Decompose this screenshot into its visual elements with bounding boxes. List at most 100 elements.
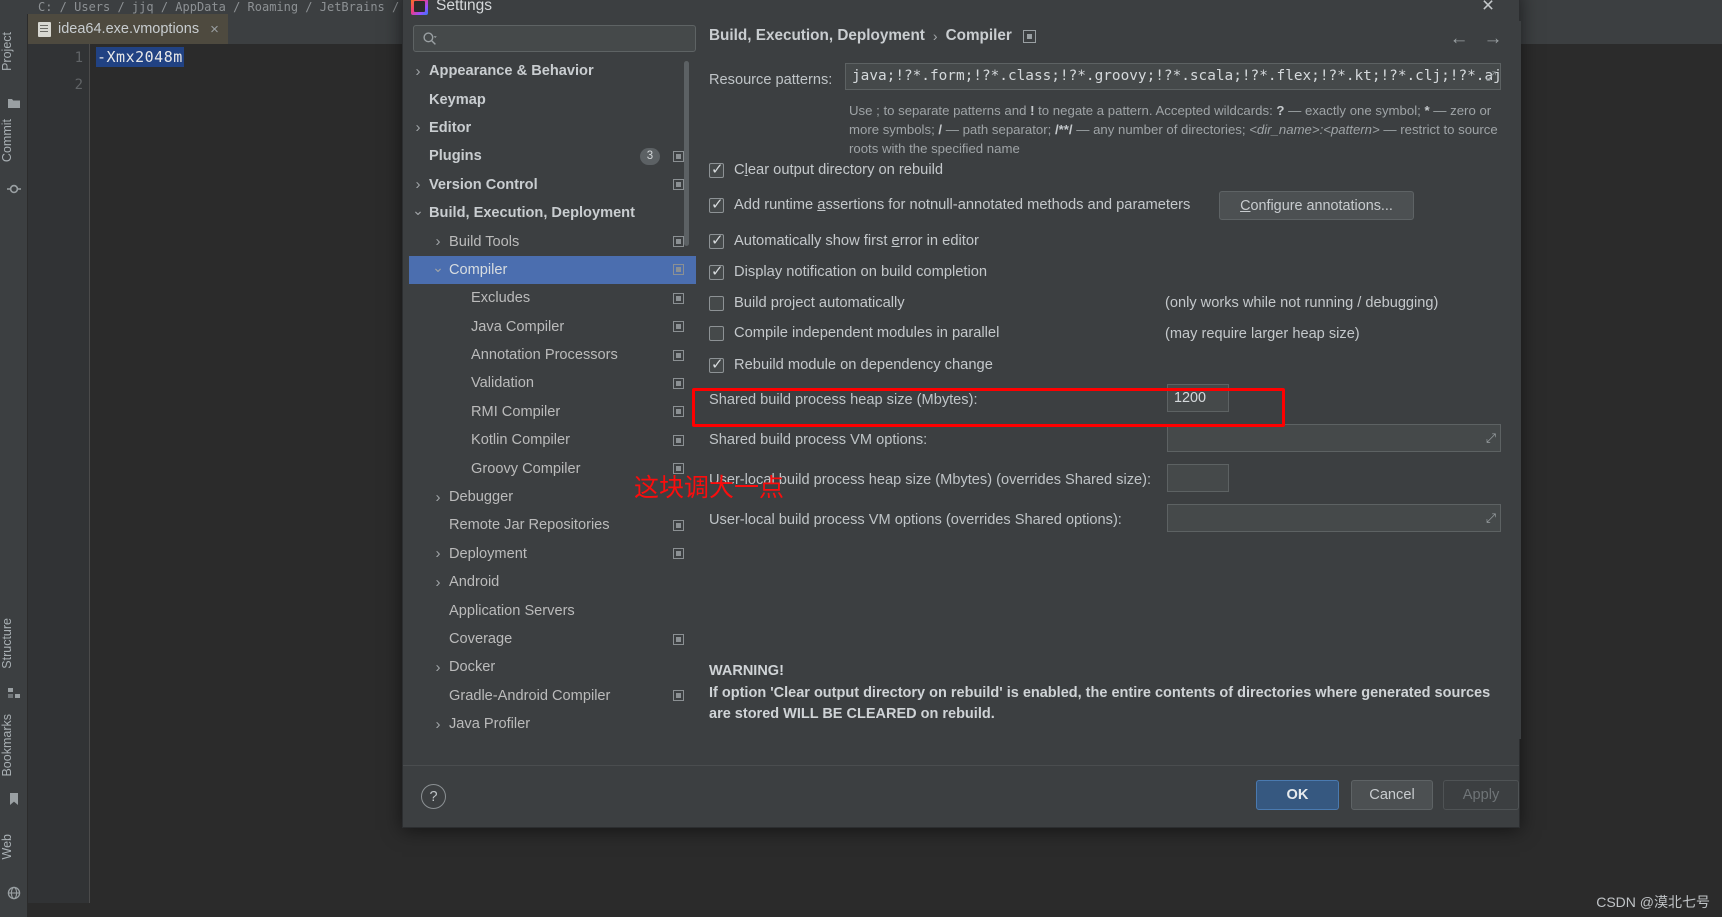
- tree-item-gradle-android-compiler[interactable]: Gradle-Android Compiler: [409, 682, 696, 710]
- sync-settings-icon[interactable]: [673, 321, 684, 333]
- tree-item-kotlin-compiler[interactable]: Kotlin Compiler: [409, 426, 696, 454]
- checkbox-build-project-automatically[interactable]: Build project automatically: [709, 295, 905, 311]
- checkbox-compile-independent-modules[interactable]: Compile independent modules in parallel: [709, 325, 999, 341]
- tree-item-java-compiler[interactable]: Java Compiler: [409, 313, 696, 341]
- sync-settings-icon[interactable]: [673, 349, 684, 361]
- chevron-right-icon[interactable]: ›: [432, 574, 444, 591]
- settings-sync-icon[interactable]: [1022, 29, 1036, 43]
- sync-settings-icon[interactable]: [673, 434, 684, 446]
- tool-window-structure[interactable]: Structure: [0, 618, 28, 669]
- tree-item-remote-jar-repositories[interactable]: Remote Jar Repositories: [409, 511, 696, 539]
- tree-item-version-control[interactable]: › Version Control: [409, 171, 696, 199]
- user-local-heap-size-input[interactable]: [1167, 464, 1229, 492]
- chevron-right-icon[interactable]: ›: [432, 716, 444, 733]
- chevron-right-icon[interactable]: ›: [412, 63, 424, 80]
- shared-vm-options-input[interactable]: ⤢: [1167, 424, 1501, 452]
- sync-settings-icon[interactable]: [673, 150, 684, 162]
- configure-annotations-button[interactable]: Configure annotations...: [1219, 191, 1414, 220]
- user-local-vm-options-input[interactable]: ⤢: [1167, 504, 1501, 532]
- sync-settings-icon[interactable]: [673, 519, 684, 531]
- checkbox-add-runtime-assertions[interactable]: Add runtime assertions for notnull-annot…: [709, 195, 1190, 213]
- tree-item-label: Build Tools: [449, 233, 520, 250]
- apply-button[interactable]: Apply: [1443, 780, 1519, 810]
- compiler-settings-pane: Build, Execution, Deployment › Compiler …: [699, 21, 1521, 739]
- hint-text: — path separator;: [942, 122, 1055, 137]
- tool-window-commit[interactable]: Commit: [0, 119, 28, 162]
- sync-settings-icon[interactable]: [673, 179, 684, 191]
- checkbox-auto-show-first-error[interactable]: Automatically show first error in editor: [709, 231, 979, 249]
- checkbox-box[interactable]: [709, 231, 724, 249]
- sync-settings-icon[interactable]: [673, 264, 684, 276]
- tree-item-validation[interactable]: Validation: [409, 369, 696, 397]
- sync-settings-icon[interactable]: [673, 548, 684, 560]
- tree-item-build-tools[interactable]: › Build Tools: [409, 227, 696, 255]
- checkbox-label: Display notification on build completion: [734, 264, 988, 280]
- chevron-right-icon[interactable]: ›: [412, 119, 424, 136]
- checkbox-display-notification[interactable]: Display notification on build completion: [709, 262, 988, 280]
- settings-search-input[interactable]: [413, 25, 696, 52]
- shared-heap-size-input[interactable]: 1200: [1167, 384, 1229, 412]
- help-button[interactable]: ?: [421, 784, 446, 809]
- tree-item-rmi-compiler[interactable]: RMI Compiler: [409, 398, 696, 426]
- line-number: 2: [74, 77, 83, 93]
- search-icon: [422, 31, 438, 47]
- checkbox-box[interactable]: [709, 295, 724, 311]
- tree-item-editor[interactable]: › Editor: [409, 114, 696, 142]
- tree-item-docker[interactable]: › Docker: [409, 653, 696, 681]
- sync-settings-icon[interactable]: [673, 292, 684, 304]
- checkbox-box[interactable]: [709, 325, 724, 341]
- tool-window-web[interactable]: Web: [0, 834, 28, 859]
- tree-item-android[interactable]: › Android: [409, 568, 696, 596]
- chevron-down-icon[interactable]: ⌄: [432, 259, 444, 275]
- sync-settings-icon[interactable]: [673, 406, 684, 418]
- expand-icon[interactable]: ⤢: [1486, 512, 1496, 525]
- sync-settings-icon[interactable]: [673, 690, 684, 702]
- chevron-right-icon[interactable]: ›: [432, 489, 444, 506]
- tree-item-appearance-behavior[interactable]: › Appearance & Behavior: [409, 57, 696, 85]
- checkbox-rebuild-module-on-dependency-change[interactable]: Rebuild module on dependency change: [709, 355, 993, 373]
- chevron-right-icon[interactable]: ›: [412, 176, 424, 193]
- resource-patterns-input[interactable]: java;!?*.form;!?*.class;!?*.groovy;!?*.s…: [845, 63, 1501, 90]
- tree-item-deployment[interactable]: › Deployment: [409, 540, 696, 568]
- checkbox-box[interactable]: [709, 355, 724, 373]
- tree-item-compiler[interactable]: ⌄ Compiler: [409, 255, 696, 285]
- chevron-right-icon[interactable]: ›: [432, 659, 444, 676]
- checkbox-box[interactable]: [709, 195, 724, 213]
- sync-settings-icon[interactable]: [673, 377, 684, 389]
- close-icon[interactable]: ×: [1475, 0, 1501, 18]
- checkbox-box[interactable]: [709, 160, 724, 178]
- checkbox-box[interactable]: [709, 262, 724, 280]
- nav-back-button[interactable]: ←: [1447, 28, 1471, 50]
- tree-item-label: Plugins: [429, 148, 482, 165]
- expand-icon[interactable]: ⤢: [1486, 70, 1496, 83]
- chevron-right-icon[interactable]: ›: [432, 545, 444, 562]
- tree-item-build-execution-deployment[interactable]: ⌄ Build, Execution, Deployment: [409, 199, 696, 227]
- close-icon[interactable]: ×: [210, 21, 219, 38]
- expand-icon[interactable]: ⤢: [1486, 432, 1496, 445]
- tree-item-keymap[interactable]: Keymap: [409, 85, 696, 113]
- sync-settings-icon[interactable]: [673, 236, 684, 248]
- sync-settings-icon[interactable]: [673, 633, 684, 645]
- tree-item-application-servers[interactable]: Application Servers: [409, 596, 696, 624]
- tree-item-excludes[interactable]: Excludes: [409, 284, 696, 312]
- tree-item-plugins[interactable]: Plugins 3: [409, 142, 696, 170]
- settings-dialog: Settings × › Appearance & Behavior Keymap ›…: [402, 0, 1521, 828]
- cancel-button[interactable]: Cancel: [1351, 780, 1433, 810]
- code-line-1[interactable]: -Xmx2048m: [96, 47, 184, 67]
- settings-category-tree[interactable]: › Appearance & Behavior Keymap › Editor Plugi…: [409, 57, 696, 739]
- ok-button[interactable]: OK: [1256, 780, 1339, 810]
- hint-text: Use ; to separate patterns and: [849, 103, 1031, 118]
- tree-item-annotation-processors[interactable]: Annotation Processors: [409, 341, 696, 369]
- chevron-right-icon[interactable]: ›: [432, 233, 444, 250]
- breadcrumb-root[interactable]: Build, Execution, Deployment: [709, 27, 925, 45]
- checkbox-clear-output-directory[interactable]: Clear output directory on rebuild: [709, 160, 943, 178]
- editor-tab-idea64-vmoptions[interactable]: idea64.exe.vmoptions ×: [28, 14, 228, 44]
- tool-window-bookmarks[interactable]: Bookmarks: [0, 714, 28, 777]
- tool-window-project[interactable]: Project: [0, 32, 28, 71]
- nav-forward-button[interactable]: →: [1481, 28, 1505, 50]
- tree-scrollbar[interactable]: [684, 61, 689, 246]
- shared-vm-options-label: Shared build process VM options:: [709, 432, 928, 448]
- tree-item-coverage[interactable]: Coverage: [409, 625, 696, 653]
- chevron-down-icon[interactable]: ⌄: [412, 202, 424, 218]
- tree-item-java-profiler[interactable]: › Java Profiler: [409, 710, 696, 738]
